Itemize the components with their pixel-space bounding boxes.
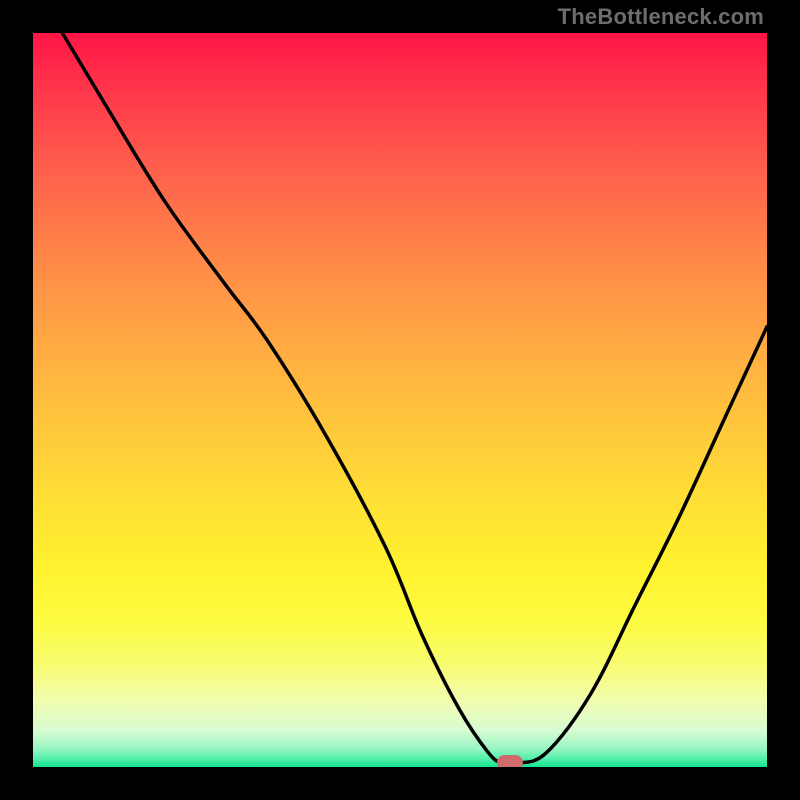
watermark-text: TheBottleneck.com <box>558 4 764 30</box>
optimal-marker <box>497 755 523 767</box>
plot-area <box>33 33 767 767</box>
chart-frame: TheBottleneck.com <box>0 0 800 800</box>
bottleneck-curve <box>33 33 767 767</box>
